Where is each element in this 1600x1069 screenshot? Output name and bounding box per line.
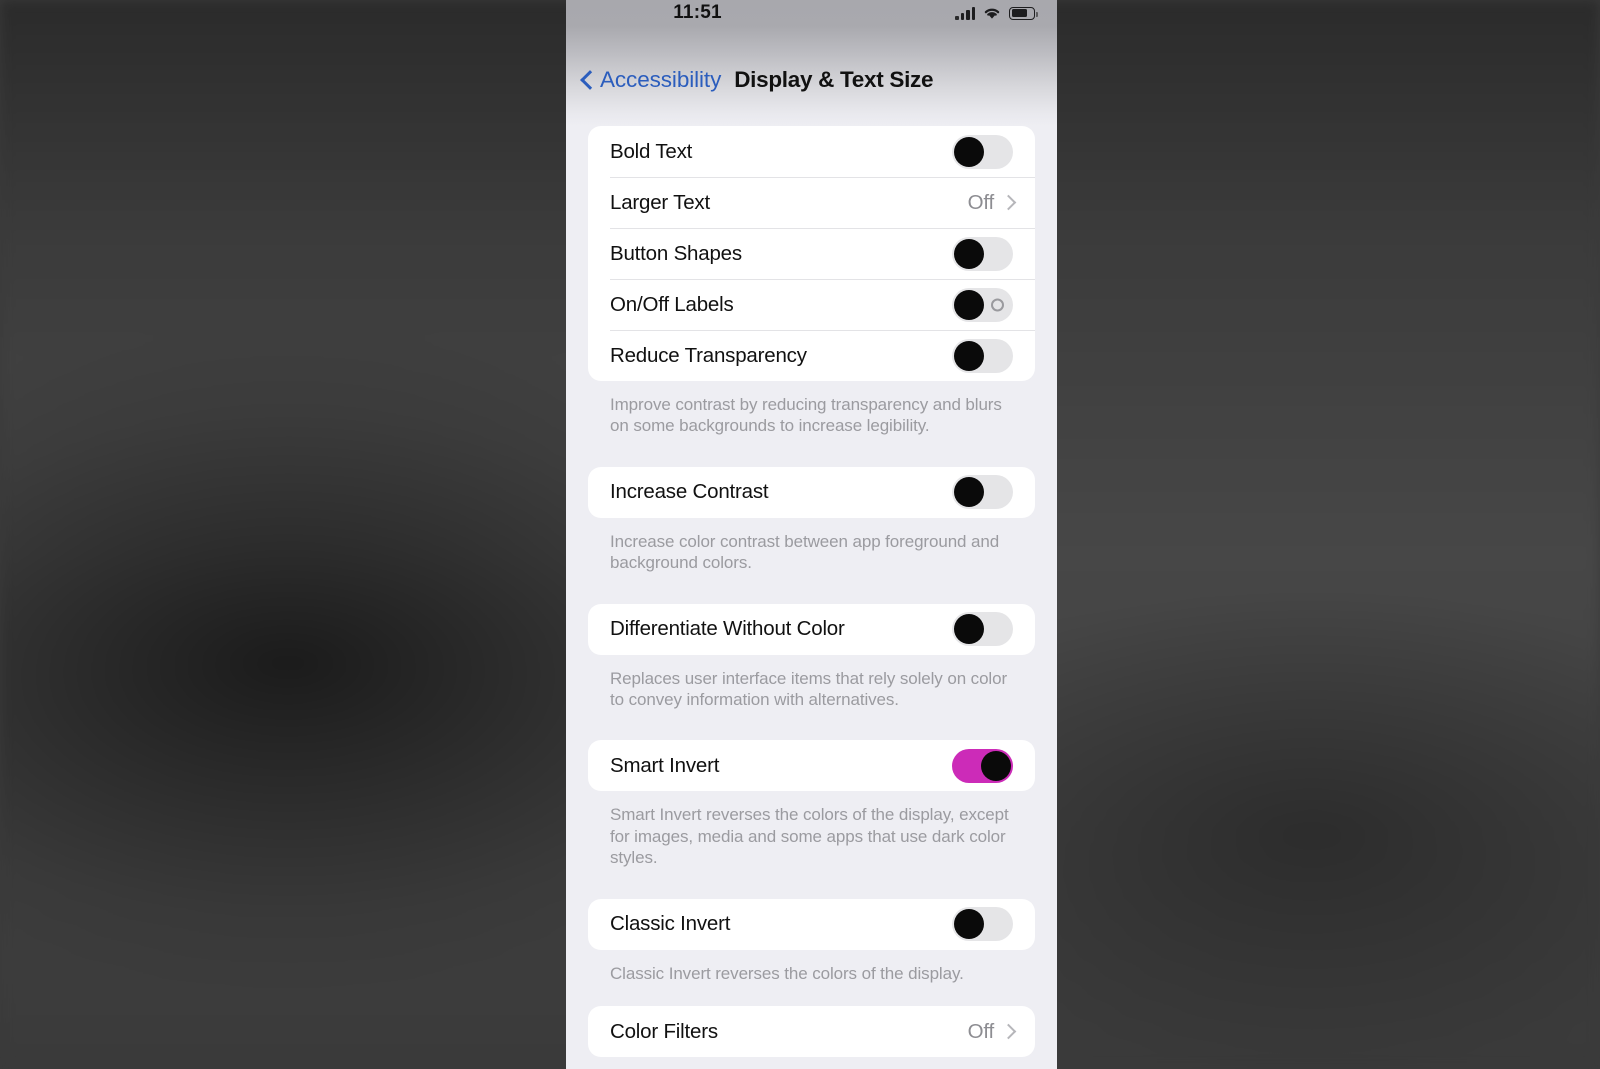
- back-button[interactable]: Accessibility: [580, 67, 721, 93]
- row-label: Bold Text: [610, 139, 693, 163]
- toggle-knob: [954, 614, 984, 645]
- footnote-reduce-transparency: Improve contrast by reducing transparenc…: [610, 395, 1002, 436]
- row-button-shapes[interactable]: Button Shapes: [588, 228, 1035, 279]
- row-value: Off: [967, 190, 995, 214]
- toggle-bold-text[interactable]: [952, 134, 1013, 169]
- settings-list: Bold Text Larger Text Off Button Shapes …: [566, 126, 1057, 1069]
- row-accessory: Off: [968, 1020, 1013, 1044]
- toggle-smart-invert[interactable]: [952, 748, 1013, 783]
- page-title: Display & Text Size: [734, 67, 934, 92]
- toggle-knob: [954, 340, 984, 371]
- row-differentiate-without-color[interactable]: Differentiate Without Color: [588, 604, 1035, 655]
- row-label: Button Shapes: [610, 241, 742, 265]
- status-bar-time: 11:51: [673, 2, 722, 23]
- chevron-right-icon: [1003, 1023, 1013, 1040]
- cellular-signal-icon: [955, 6, 975, 20]
- row-label: Reduce Transparency: [610, 343, 807, 367]
- settings-group-classic-invert: Classic Invert: [588, 898, 1035, 950]
- row-label: Increase Contrast: [610, 480, 769, 504]
- toggle-knob: [981, 750, 1011, 781]
- settings-group-increase-contrast: Increase Contrast: [588, 466, 1035, 518]
- settings-group-differentiate-without-color: Differentiate Without Color: [588, 603, 1035, 655]
- toggle-knob: [954, 909, 984, 940]
- row-label: Differentiate Without Color: [610, 617, 845, 641]
- settings-group-color-filters: Color Filters Off: [588, 1006, 1035, 1058]
- row-classic-invert[interactable]: Classic Invert: [588, 899, 1035, 950]
- toggle-off-label-icon: [991, 298, 1004, 311]
- footnote-smart-invert: Smart Invert reverses the colors of the …: [610, 805, 1009, 868]
- toggle-increase-contrast[interactable]: [952, 475, 1013, 510]
- row-value: Off: [967, 1019, 995, 1043]
- row-label: Color Filters: [610, 1019, 718, 1043]
- row-label: Larger Text: [610, 190, 710, 214]
- toggle-knob: [954, 238, 984, 269]
- row-smart-invert[interactable]: Smart Invert: [588, 740, 1035, 791]
- back-button-label: Accessibility: [600, 67, 722, 92]
- toggle-knob: [954, 136, 984, 167]
- toggle-differentiate-without-color[interactable]: [952, 612, 1013, 647]
- row-color-filters[interactable]: Color Filters Off: [588, 1006, 1035, 1057]
- row-label: Smart Invert: [610, 753, 720, 777]
- status-bar: 11:51: [566, 0, 1057, 26]
- wifi-icon: [984, 8, 1000, 19]
- toggle-reduce-transparency[interactable]: [952, 338, 1013, 373]
- row-label: Classic Invert: [610, 912, 731, 936]
- battery-icon: [1009, 6, 1038, 20]
- footnote-classic-invert: Classic Invert reverses the colors of th…: [610, 963, 964, 983]
- phone-screen: 11:51 Accessibility Display & Text Size …: [566, 0, 1057, 1069]
- toggle-knob: [954, 289, 984, 320]
- footnote-increase-contrast: Increase color contrast between app fore…: [610, 531, 1000, 573]
- settings-group-display: Bold Text Larger Text Off Button Shapes …: [588, 126, 1035, 381]
- toggle-on-off-labels[interactable]: [952, 287, 1013, 322]
- status-bar-indicators: [955, 6, 1038, 21]
- row-label: On/Off Labels: [610, 292, 734, 316]
- navigation-bar: Accessibility Display & Text Size: [566, 26, 1057, 126]
- chevron-right-icon: [1003, 194, 1013, 211]
- toggle-knob: [954, 477, 984, 508]
- row-accessory: Off: [968, 191, 1013, 215]
- chevron-left-icon: [580, 69, 593, 91]
- settings-group-smart-invert: Smart Invert: [588, 740, 1035, 792]
- row-increase-contrast[interactable]: Increase Contrast: [588, 467, 1035, 518]
- toggle-classic-invert[interactable]: [952, 907, 1013, 942]
- row-larger-text[interactable]: Larger Text Off: [588, 177, 1035, 228]
- footnote-differentiate-without-color: Replaces user interface items that rely …: [610, 668, 1008, 710]
- row-bold-text[interactable]: Bold Text: [588, 126, 1035, 177]
- toggle-button-shapes[interactable]: [952, 236, 1013, 271]
- row-reduce-transparency[interactable]: Reduce Transparency: [588, 330, 1035, 381]
- row-on-off-labels[interactable]: On/Off Labels: [588, 279, 1035, 330]
- footnote-color-filters: Color filters can be used to differentia…: [588, 1057, 1035, 1069]
